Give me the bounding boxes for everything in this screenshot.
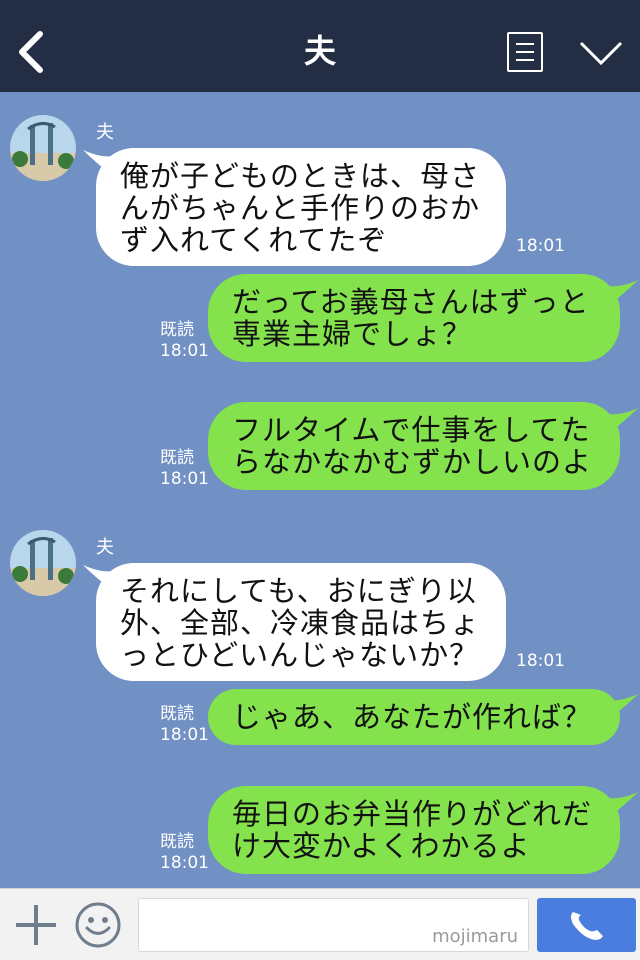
read-receipt: 既読 18:01: [160, 320, 209, 361]
avatar[interactable]: [10, 530, 76, 596]
message-input-bar: mojimaru: [0, 888, 640, 960]
chat-title: 夫: [303, 32, 336, 70]
message-bubble[interactable]: じゃあ、あなたが作れば？: [208, 689, 620, 745]
emoji-icon[interactable]: [74, 901, 122, 949]
chevron-down-icon[interactable]: [578, 38, 624, 68]
message-input[interactable]: mojimaru: [138, 898, 529, 952]
chat-header: 夫: [0, 0, 640, 92]
plus-icon[interactable]: [14, 903, 58, 947]
message-time: 18:01: [516, 236, 565, 256]
message-list[interactable]: 夫 俺が子どものときは、母さ んがちゃんと手作りのおか ず入れてくれてたぞ 18…: [0, 92, 640, 888]
message-bubble[interactable]: だってお義母さんはずっと 専業主婦でしょ？: [208, 274, 620, 362]
message-bubble[interactable]: 毎日のお弁当作りがどれだ け大変かよくわかるよ: [208, 786, 620, 874]
avatar[interactable]: [10, 115, 76, 181]
phone-icon: [571, 912, 603, 940]
message-time: 18:01: [516, 651, 565, 671]
call-button[interactable]: [537, 898, 636, 952]
message-bubble[interactable]: 俺が子どものときは、母さ んがちゃんと手作りのおか ず入れてくれてたぞ: [96, 148, 506, 266]
watermark: mojimaru: [432, 926, 518, 947]
sender-name: 夫: [96, 537, 114, 558]
menu-list-icon[interactable]: [507, 32, 543, 72]
read-receipt: 既読 18:01: [160, 704, 209, 745]
sender-name: 夫: [96, 122, 114, 143]
message-bubble[interactable]: フルタイムで仕事をしてた らなかなかむずかしいのよ: [208, 402, 620, 490]
read-receipt: 既読 18:01: [160, 832, 209, 873]
message-bubble[interactable]: それにしても、おにぎり以 外、全部、冷凍食品はちょ っとひどいんじゃないか？: [96, 563, 506, 681]
read-receipt: 既読 18:01: [160, 448, 209, 489]
